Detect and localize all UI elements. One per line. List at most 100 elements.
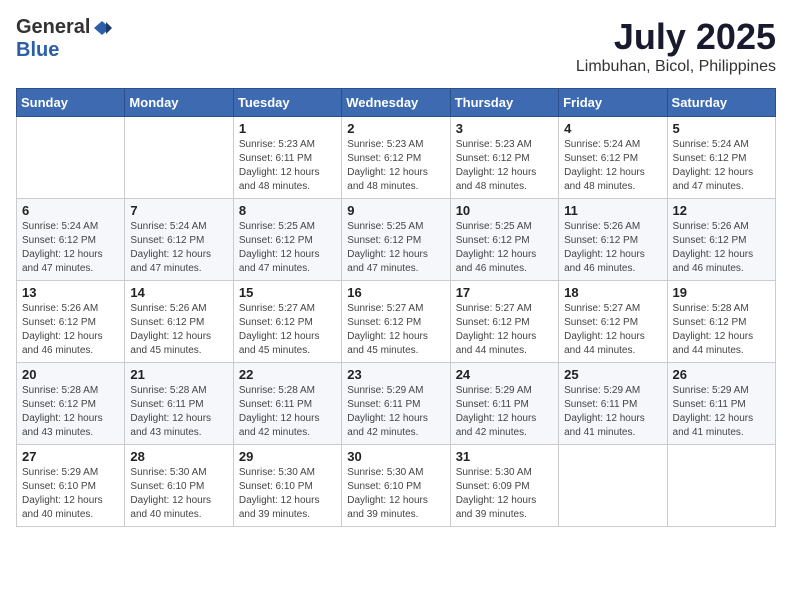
day-info: Sunrise: 5:30 AM Sunset: 6:10 PM Dayligh… [130,466,227,522]
table-row: 5 Sunrise: 5:24 AM Sunset: 6:12 PM Dayli… [667,117,775,199]
table-row: 16 Sunrise: 5:27 AM Sunset: 6:12 PM Dayl… [342,281,450,363]
table-row: 15 Sunrise: 5:27 AM Sunset: 6:12 PM Dayl… [233,281,341,363]
table-row: 31 Sunrise: 5:30 AM Sunset: 6:09 PM Dayl… [450,445,558,527]
daylight-text: Daylight: 12 hours and 47 minutes. [239,248,336,276]
daylight-text: Daylight: 12 hours and 47 minutes. [22,248,119,276]
table-row: 3 Sunrise: 5:23 AM Sunset: 6:12 PM Dayli… [450,117,558,199]
table-row: 6 Sunrise: 5:24 AM Sunset: 6:12 PM Dayli… [17,199,125,281]
sunset-text: Sunset: 6:12 PM [22,398,119,412]
table-row: 24 Sunrise: 5:29 AM Sunset: 6:11 PM Dayl… [450,363,558,445]
daylight-text: Daylight: 12 hours and 48 minutes. [347,166,444,194]
sunrise-text: Sunrise: 5:26 AM [22,302,119,316]
day-number: 24 [456,367,553,382]
calendar-table: Sunday Monday Tuesday Wednesday Thursday… [16,88,776,527]
sunset-text: Sunset: 6:12 PM [22,234,119,248]
table-row: 9 Sunrise: 5:25 AM Sunset: 6:12 PM Dayli… [342,199,450,281]
day-number: 4 [564,121,661,136]
daylight-text: Daylight: 12 hours and 41 minutes. [564,412,661,440]
logo-flag-icon [92,20,112,36]
sunrise-text: Sunrise: 5:24 AM [130,220,227,234]
table-row: 20 Sunrise: 5:28 AM Sunset: 6:12 PM Dayl… [17,363,125,445]
table-row [125,117,233,199]
sunset-text: Sunset: 6:12 PM [239,316,336,330]
month-year-title: July 2025 [576,16,776,58]
day-number: 16 [347,285,444,300]
daylight-text: Daylight: 12 hours and 41 minutes. [673,412,770,440]
sunrise-text: Sunrise: 5:27 AM [239,302,336,316]
daylight-text: Daylight: 12 hours and 43 minutes. [130,412,227,440]
day-number: 30 [347,449,444,464]
day-info: Sunrise: 5:29 AM Sunset: 6:10 PM Dayligh… [22,466,119,522]
daylight-text: Daylight: 12 hours and 47 minutes. [673,166,770,194]
sunset-text: Sunset: 6:12 PM [347,234,444,248]
day-number: 6 [22,203,119,218]
day-number: 19 [673,285,770,300]
day-info: Sunrise: 5:26 AM Sunset: 6:12 PM Dayligh… [564,220,661,276]
sunrise-text: Sunrise: 5:23 AM [347,138,444,152]
sunrise-text: Sunrise: 5:24 AM [673,138,770,152]
day-number: 29 [239,449,336,464]
day-info: Sunrise: 5:29 AM Sunset: 6:11 PM Dayligh… [456,384,553,440]
sunset-text: Sunset: 6:12 PM [456,316,553,330]
sunrise-text: Sunrise: 5:25 AM [239,220,336,234]
daylight-text: Daylight: 12 hours and 46 minutes. [673,248,770,276]
day-info: Sunrise: 5:29 AM Sunset: 6:11 PM Dayligh… [564,384,661,440]
day-info: Sunrise: 5:23 AM Sunset: 6:12 PM Dayligh… [347,138,444,194]
day-number: 23 [347,367,444,382]
calendar-week-row: 6 Sunrise: 5:24 AM Sunset: 6:12 PM Dayli… [17,199,776,281]
sunset-text: Sunset: 6:12 PM [130,234,227,248]
daylight-text: Daylight: 12 hours and 46 minutes. [22,330,119,358]
sunrise-text: Sunrise: 5:29 AM [22,466,119,480]
sunset-text: Sunset: 6:11 PM [673,398,770,412]
daylight-text: Daylight: 12 hours and 48 minutes. [564,166,661,194]
sunrise-text: Sunrise: 5:26 AM [673,220,770,234]
table-row: 30 Sunrise: 5:30 AM Sunset: 6:10 PM Dayl… [342,445,450,527]
table-row: 17 Sunrise: 5:27 AM Sunset: 6:12 PM Dayl… [450,281,558,363]
calendar-header-row: Sunday Monday Tuesday Wednesday Thursday… [17,89,776,117]
day-info: Sunrise: 5:30 AM Sunset: 6:09 PM Dayligh… [456,466,553,522]
logo-blue-text: Blue [16,39,59,62]
day-number: 26 [673,367,770,382]
day-info: Sunrise: 5:24 AM Sunset: 6:12 PM Dayligh… [22,220,119,276]
day-info: Sunrise: 5:27 AM Sunset: 6:12 PM Dayligh… [239,302,336,358]
sunset-text: Sunset: 6:11 PM [564,398,661,412]
col-wednesday: Wednesday [342,89,450,117]
sunrise-text: Sunrise: 5:28 AM [239,384,336,398]
day-info: Sunrise: 5:27 AM Sunset: 6:12 PM Dayligh… [456,302,553,358]
sunset-text: Sunset: 6:10 PM [239,480,336,494]
table-row [667,445,775,527]
sunset-text: Sunset: 6:10 PM [22,480,119,494]
sunrise-text: Sunrise: 5:27 AM [564,302,661,316]
day-number: 10 [456,203,553,218]
day-info: Sunrise: 5:30 AM Sunset: 6:10 PM Dayligh… [347,466,444,522]
sunrise-text: Sunrise: 5:27 AM [456,302,553,316]
day-number: 18 [564,285,661,300]
daylight-text: Daylight: 12 hours and 39 minutes. [456,494,553,522]
table-row: 27 Sunrise: 5:29 AM Sunset: 6:10 PM Dayl… [17,445,125,527]
col-tuesday: Tuesday [233,89,341,117]
sunset-text: Sunset: 6:12 PM [564,234,661,248]
daylight-text: Daylight: 12 hours and 45 minutes. [130,330,227,358]
sunset-text: Sunset: 6:12 PM [456,152,553,166]
daylight-text: Daylight: 12 hours and 40 minutes. [22,494,119,522]
day-info: Sunrise: 5:24 AM Sunset: 6:12 PM Dayligh… [564,138,661,194]
table-row: 28 Sunrise: 5:30 AM Sunset: 6:10 PM Dayl… [125,445,233,527]
daylight-text: Daylight: 12 hours and 39 minutes. [239,494,336,522]
day-info: Sunrise: 5:24 AM Sunset: 6:12 PM Dayligh… [130,220,227,276]
sunrise-text: Sunrise: 5:23 AM [239,138,336,152]
sunrise-text: Sunrise: 5:25 AM [456,220,553,234]
day-number: 8 [239,203,336,218]
day-number: 21 [130,367,227,382]
day-info: Sunrise: 5:23 AM Sunset: 6:12 PM Dayligh… [456,138,553,194]
day-number: 12 [673,203,770,218]
day-info: Sunrise: 5:28 AM Sunset: 6:12 PM Dayligh… [22,384,119,440]
sunrise-text: Sunrise: 5:28 AM [673,302,770,316]
daylight-text: Daylight: 12 hours and 44 minutes. [673,330,770,358]
sunrise-text: Sunrise: 5:30 AM [347,466,444,480]
sunset-text: Sunset: 6:12 PM [673,316,770,330]
day-number: 11 [564,203,661,218]
day-number: 17 [456,285,553,300]
day-info: Sunrise: 5:25 AM Sunset: 6:12 PM Dayligh… [347,220,444,276]
logo: General Blue [16,16,112,62]
sunset-text: Sunset: 6:11 PM [239,152,336,166]
